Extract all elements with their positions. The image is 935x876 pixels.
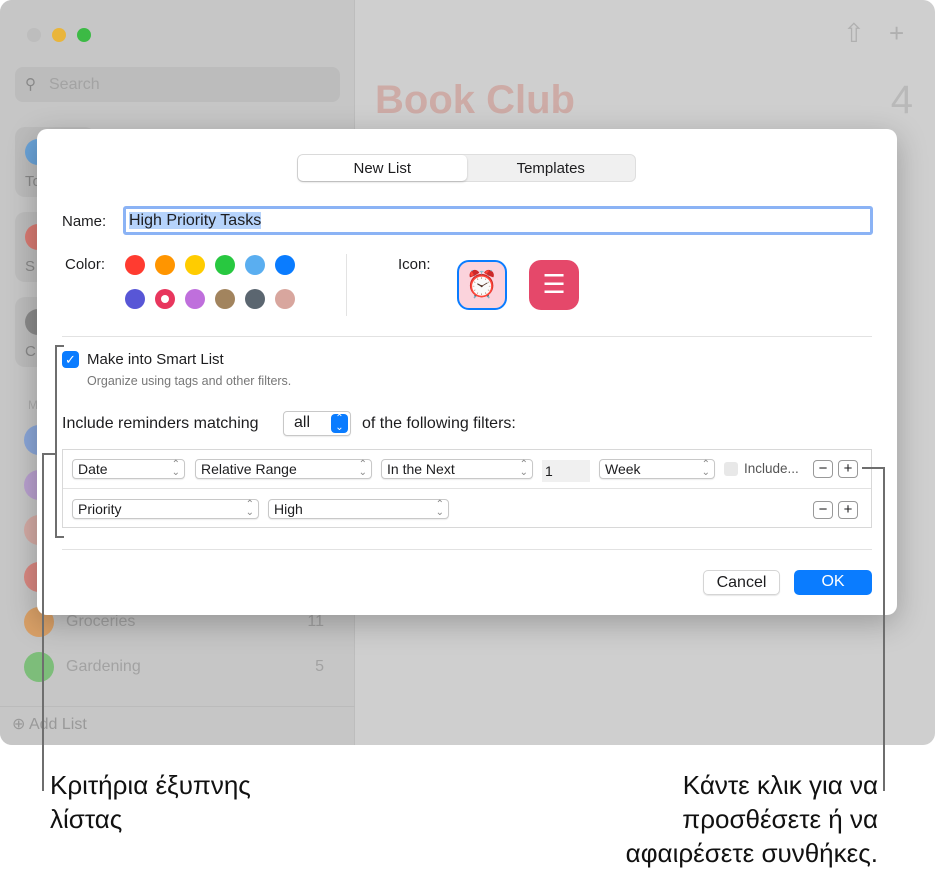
match-value: all <box>294 414 311 431</box>
leaf-icon <box>24 652 54 682</box>
remove-rule-button[interactable]: − <box>813 501 833 519</box>
search-icon: ⚲ <box>25 76 36 93</box>
color-swatch[interactable] <box>245 289 265 309</box>
color-swatch[interactable] <box>155 255 175 275</box>
tab-templates[interactable]: Templates <box>467 155 636 181</box>
minimize-button[interactable] <box>52 28 66 42</box>
color-swatch[interactable] <box>155 289 175 309</box>
list-label: Gardening <box>66 658 141 675</box>
zoom-button[interactable] <box>77 28 91 42</box>
color-swatch[interactable] <box>185 255 205 275</box>
callout-line <box>883 467 885 791</box>
color-swatch[interactable] <box>275 255 295 275</box>
color-swatch[interactable] <box>215 255 235 275</box>
color-swatch[interactable] <box>185 289 205 309</box>
name-field[interactable]: High Priority Tasks <box>123 206 873 235</box>
tile-label: S <box>25 258 36 275</box>
name-value: High Priority Tasks <box>129 212 262 229</box>
smart-list-label: Make into Smart List <box>87 351 224 368</box>
add-list-button[interactable]: ⊕ Add List <box>12 714 87 734</box>
match-suffix: of the following filters: <box>362 415 516 432</box>
callout-add-remove: Κάντε κλικ για να προσθέσετε ή να αφαιρέσε… <box>625 770 878 868</box>
tile-label: C <box>25 343 36 360</box>
plus-circle-icon: ⊕ <box>12 716 26 733</box>
list-count: 11 <box>307 613 324 630</box>
alarm-clock-icon[interactable]: ⏰ <box>457 260 507 310</box>
list-label: Groceries <box>66 613 136 630</box>
color-label: Color: <box>65 256 106 273</box>
smart-list-checkbox[interactable]: ✓ <box>62 351 79 368</box>
color-swatch[interactable] <box>245 255 265 275</box>
remove-rule-button[interactable]: − <box>813 460 833 478</box>
include-label: Include... <box>744 461 799 476</box>
color-swatch[interactable] <box>125 255 145 275</box>
callout-line <box>42 453 44 791</box>
add-rule-button[interactable]: + <box>838 460 858 478</box>
share-icon[interactable]: ⇧ <box>843 18 865 49</box>
color-swatch[interactable] <box>275 289 295 309</box>
operator-select[interactable]: Relative Range ⌃ ⌄ <box>195 459 372 479</box>
list-count: 4 <box>890 78 913 122</box>
search-placeholder: Search <box>49 76 100 93</box>
field-select[interactable]: Date ⌃ ⌄ <box>72 459 185 479</box>
chevron-updown-icon: ⌃ ⌄ <box>331 414 348 433</box>
callout-smart-list-criteria: Κριτήρια έξυπνης λίστας <box>50 770 251 834</box>
match-prefix: Include reminders matching <box>62 415 259 432</box>
field-select[interactable]: Priority ⌃ ⌄ <box>72 499 259 519</box>
smart-list-description: Organize using tags and other filters. <box>87 374 292 388</box>
add-list-label: Add List <box>28 716 87 733</box>
amount-field[interactable]: 1 <box>542 460 590 482</box>
filter-rules: Date ⌃ ⌄ Relative Range ⌃ ⌄ In the Next ⌃ ⌄ 1 … <box>62 449 872 528</box>
add-rule-button[interactable]: + <box>838 501 858 519</box>
list-item-gardening[interactable]: Gardening 5 <box>24 652 334 682</box>
list-title: Book Club <box>375 78 575 122</box>
color-swatch[interactable] <box>125 289 145 309</box>
name-label: Name: <box>62 213 107 230</box>
cancel-button[interactable]: Cancel <box>703 570 780 595</box>
tab-new-list[interactable]: New List <box>298 155 467 181</box>
priority-select[interactable]: High ⌃ ⌄ <box>268 499 449 519</box>
list-count: 5 <box>315 658 324 675</box>
segmented-control: New List Templates <box>297 154 636 182</box>
ok-button[interactable]: OK <box>794 570 872 595</box>
search-input[interactable]: ⚲ Search <box>15 67 340 102</box>
plus-icon[interactable]: + <box>889 18 904 49</box>
close-button[interactable] <box>27 28 41 42</box>
match-select[interactable]: all ⌃ ⌄ <box>283 411 351 436</box>
color-swatch[interactable] <box>215 289 235 309</box>
unit-select[interactable]: Week ⌃ ⌄ <box>599 459 715 479</box>
bracket-line <box>55 345 57 538</box>
range-select[interactable]: In the Next ⌃ ⌄ <box>381 459 533 479</box>
include-checkbox[interactable] <box>724 462 738 476</box>
icon-label: Icon: <box>398 256 431 273</box>
list-bullets-icon[interactable]: ☰ <box>529 260 579 310</box>
new-list-dialog: New List Templates Name: High Priority T… <box>37 129 897 615</box>
